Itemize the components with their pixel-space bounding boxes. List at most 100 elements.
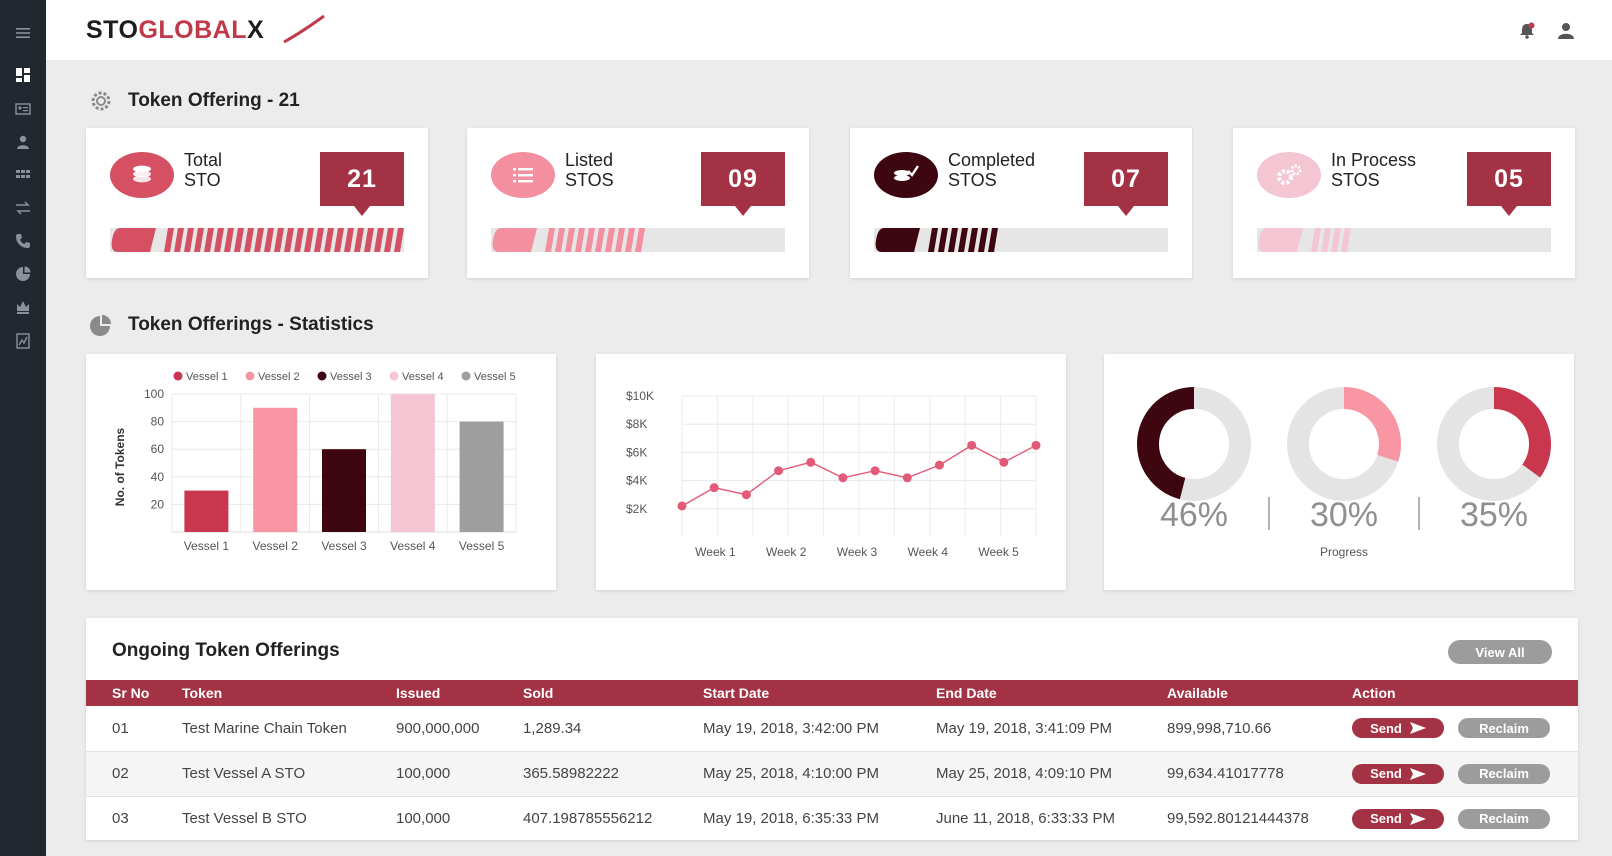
pie-chart-icon[interactable] <box>0 257 46 290</box>
crown-icon[interactable] <box>0 290 46 323</box>
document-icon[interactable] <box>0 324 46 357</box>
send-button[interactable]: Send <box>1352 808 1444 829</box>
transfer-icon[interactable] <box>0 191 46 224</box>
y-tick-label: $2K <box>626 502 647 516</box>
stat-progress-bar <box>491 228 785 252</box>
bar <box>322 449 366 532</box>
table-cell: May 19, 2018, 6:35:33 PM <box>703 796 936 842</box>
send-button[interactable]: Send <box>1352 718 1444 739</box>
x-tick-label: Vessel 4 <box>390 539 436 553</box>
top-bar: STOGLOBALX <box>46 0 1612 60</box>
y-tick-label: 20 <box>151 497 165 511</box>
id-card-icon[interactable] <box>0 92 46 125</box>
view-all-button[interactable]: View All <box>1448 640 1552 664</box>
user-icon[interactable] <box>0 125 46 158</box>
x-tick-label: Week 2 <box>766 545 807 559</box>
stat-count-badge: 07 <box>1084 152 1168 216</box>
table-cell: Test Vessel A STO <box>182 751 396 797</box>
dashboard-icon[interactable] <box>0 58 46 91</box>
legend-label: Vessel 1 <box>186 371 228 383</box>
table-cell: June 11, 2018, 6:33:33 PM <box>936 796 1167 842</box>
legend-marker <box>317 371 327 381</box>
bar-chart-card: Vessel 1 Vessel 2 Vessel 3 Vessel 4 Vessel 5… <box>86 354 556 590</box>
table-cell: 1,289.34 <box>523 706 703 752</box>
progress-cap <box>1258 228 1303 252</box>
stat-card-label: Listed STOS <box>565 150 614 190</box>
stat-progress-bar <box>110 228 404 252</box>
reclaim-button[interactable]: Reclaim <box>1458 763 1550 784</box>
user-profile-icon[interactable] <box>1556 21 1576 41</box>
stat-card-label: In Process STOS <box>1331 150 1417 190</box>
brand-logo[interactable]: STOGLOBALX <box>86 12 264 48</box>
stat-card-completed[interactable]: Completed STOS 07 <box>850 128 1192 278</box>
y-tick-label: $6K <box>626 445 647 459</box>
x-tick-label: Vessel 1 <box>184 539 230 553</box>
data-point <box>741 490 751 500</box>
stat-card-listed[interactable]: Listed STOS 09 <box>467 128 809 278</box>
table-cell: 01 <box>86 706 182 752</box>
reclaim-button[interactable]: Reclaim <box>1458 718 1550 739</box>
data-point <box>838 473 848 483</box>
table-cell: 03 <box>86 796 182 842</box>
table-cell: 99,592.80121444378 <box>1167 796 1352 842</box>
table-cell: 100,000 <box>396 796 523 842</box>
stat-card-label: Completed STOS <box>948 150 1036 190</box>
gear-icon <box>90 90 112 112</box>
data-point <box>999 457 1009 467</box>
table-cell: Test Marine Chain Token <box>182 706 396 752</box>
table-cell: 100,000 <box>396 751 523 797</box>
notification-bell-icon[interactable] <box>1518 22 1536 40</box>
line-chart-card: $10K $8K $6K $4K $2K Week 1 Week 2 Week 3 Week 4… <box>596 354 1066 590</box>
column-header: Action <box>1352 680 1578 706</box>
table-cell: 99,634.41017778 <box>1167 751 1352 797</box>
action-cell: Send Reclaim <box>1352 796 1578 842</box>
logo-swoosh-icon <box>283 14 325 44</box>
x-tick-label: Week 5 <box>978 545 1019 559</box>
table-row: 01 Test Marine Chain Token 900,000,000 1,28… <box>86 706 1578 752</box>
column-header: Token <box>182 680 396 706</box>
stat-card-in-process[interactable]: In Process STOS 05 <box>1233 128 1575 278</box>
stat-progress-bar <box>874 228 1168 252</box>
reclaim-button[interactable]: Reclaim <box>1458 808 1550 829</box>
y-tick-label: $10K <box>626 389 654 403</box>
y-tick-label: 40 <box>151 470 165 484</box>
progress-chart-card: 46% 30% 35% Progress <box>1104 354 1574 590</box>
column-header: Issued <box>396 680 523 706</box>
column-header: Available <box>1167 680 1352 706</box>
donut-percent-label: 46% <box>1160 496 1228 534</box>
grid-icon[interactable] <box>0 158 46 191</box>
legend-marker <box>245 371 255 381</box>
bar <box>253 407 298 532</box>
ongoing-offerings-table: Sr No Token Issued Sold Start Date End Date Av… <box>86 680 1578 842</box>
send-arrow-icon <box>1409 722 1426 735</box>
data-point <box>806 457 816 467</box>
table-cell: 407.198785556212 <box>523 796 703 842</box>
table-cell: May 25, 2018, 4:10:00 PM <box>703 751 936 797</box>
stat-card-total[interactable]: Total STO 21 <box>86 128 428 278</box>
section-title-token-offering: Token Offering - 21 <box>90 90 300 112</box>
coins-check-icon <box>874 152 938 198</box>
legend-marker <box>389 371 399 381</box>
y-tick-label: 100 <box>144 387 164 401</box>
donut-percent-label: 35% <box>1460 496 1528 534</box>
stat-card-label: Total STO <box>184 150 223 190</box>
bar <box>459 421 504 532</box>
y-tick-label: 80 <box>151 415 165 429</box>
legend-label: Vessel 4 <box>402 371 444 383</box>
table-cell: May 25, 2018, 4:09:10 PM <box>936 751 1167 797</box>
progress-cap <box>492 228 537 252</box>
legend-label: Vessel 2 <box>258 371 300 383</box>
table-cell: 02 <box>86 751 182 797</box>
menu-icon[interactable] <box>0 16 46 49</box>
data-point <box>774 466 784 476</box>
donut-percent-label: 30% <box>1310 496 1378 534</box>
table-title: Ongoing Token Offerings <box>112 640 340 661</box>
send-button[interactable]: Send <box>1352 763 1444 784</box>
line-chart: $10K $8K $6K $4K $2K Week 1 Week 2 Week 3 Week 4… <box>626 389 1041 559</box>
column-header: Sr No <box>86 680 182 706</box>
chart-caption: Progress <box>1320 545 1368 559</box>
donut-segment <box>1493 387 1551 478</box>
coins-icon <box>110 152 174 198</box>
pie-chart-icon <box>90 314 112 336</box>
phone-icon[interactable] <box>0 224 46 257</box>
